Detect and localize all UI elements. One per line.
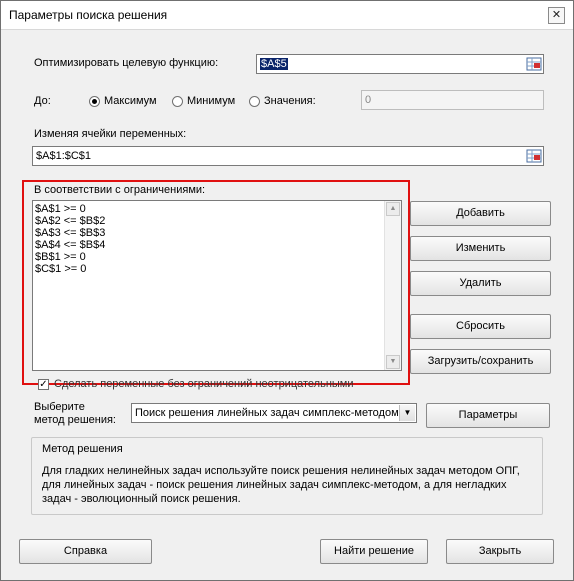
change-button[interactable]: Изменить (410, 236, 551, 261)
solve-button[interactable]: Найти решение (320, 539, 428, 564)
radio-min-label[interactable]: Минимум (187, 95, 235, 107)
window-title: Параметры поиска решения (9, 8, 168, 22)
variables-label: Изменяя ячейки переменных: (34, 128, 187, 140)
load-save-button[interactable]: Загрузить/сохранить (410, 349, 551, 374)
help-button[interactable]: Справка (19, 539, 152, 564)
objective-input[interactable]: $A$5 (256, 54, 544, 74)
radio-max-label[interactable]: Максимум (104, 95, 157, 107)
close-icon[interactable]: ✕ (548, 7, 565, 24)
method-label-line2: метод решения: (34, 414, 116, 426)
range-select-icon[interactable] (526, 148, 542, 164)
close-button[interactable]: Закрыть (446, 539, 554, 564)
radio-min[interactable] (172, 96, 183, 107)
objective-label: Оптимизировать целевую функцию: (34, 57, 219, 69)
options-button[interactable]: Параметры (426, 403, 550, 428)
target-value: 0 (365, 94, 372, 106)
radio-value[interactable] (249, 96, 260, 107)
title-bar: Параметры поиска решения ✕ (1, 1, 573, 30)
method-description-title: Метод решения (42, 443, 123, 455)
target-value-input[interactable]: 0 (361, 90, 544, 110)
variables-input[interactable]: $A$1:$C$1 (32, 146, 544, 166)
nonneg-label[interactable]: Сделать переменные без ограничений неотр… (54, 378, 354, 390)
variables-value: $A$1:$C$1 (36, 150, 92, 162)
objective-value: $A$5 (260, 58, 288, 70)
radio-value-label[interactable]: Значения: (264, 95, 316, 107)
method-value: Поиск решения линейных задач симплекс-ме… (135, 407, 399, 419)
radio-max[interactable] (89, 96, 100, 107)
reset-button[interactable]: Сбросить (410, 314, 551, 339)
constraints-highlight (22, 180, 410, 385)
method-label-line1: Выберите (34, 401, 85, 413)
chevron-down-icon[interactable]: ▼ (399, 405, 415, 421)
range-select-icon[interactable] (526, 56, 542, 72)
solver-dialog: Параметры поиска решения ✕ Оптимизироват… (0, 0, 574, 581)
method-description-group: Метод решения Для гладких нелинейных зад… (31, 437, 543, 515)
method-select[interactable]: Поиск решения линейных задач симплекс-ме… (131, 403, 417, 423)
add-button[interactable]: Добавить (410, 201, 551, 226)
to-label: До: (34, 95, 51, 107)
method-description-text: Для гладких нелинейных задач используйте… (42, 465, 520, 505)
delete-button[interactable]: Удалить (410, 271, 551, 296)
nonneg-checkbox[interactable]: ✓ (38, 379, 49, 390)
